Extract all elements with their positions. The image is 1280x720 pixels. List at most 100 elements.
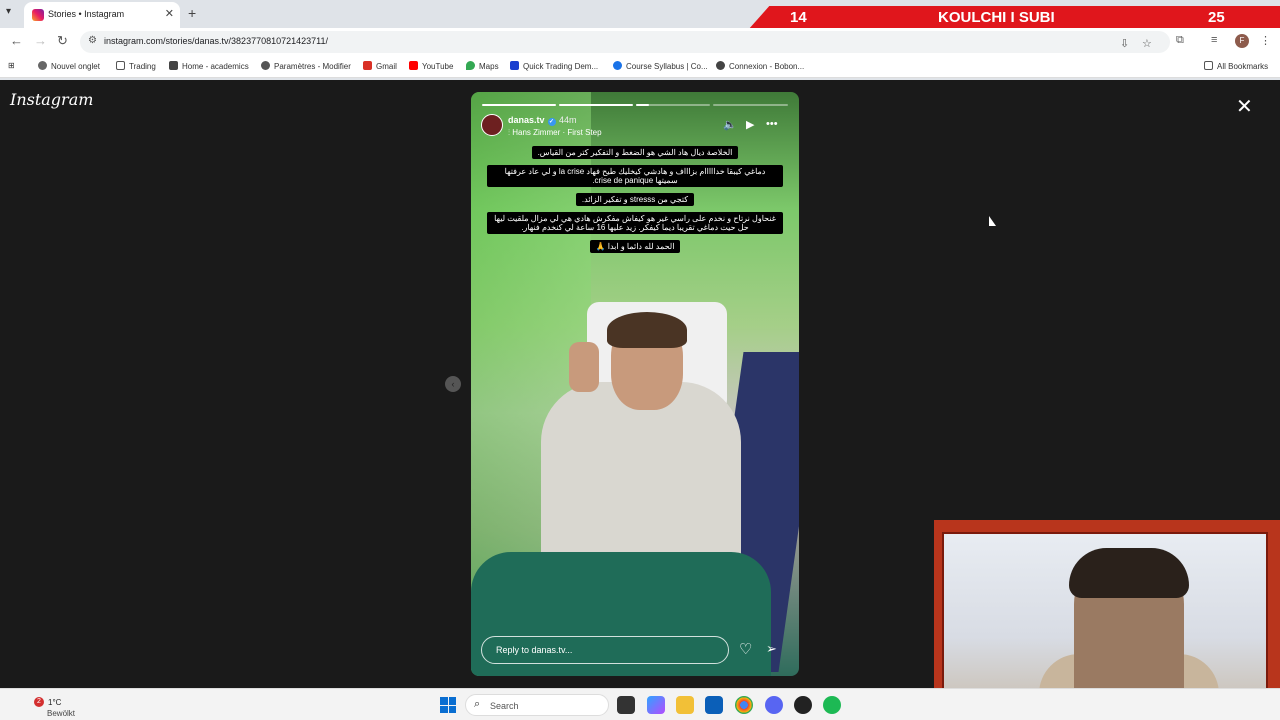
progress-segment-fill	[636, 104, 649, 106]
reply-input[interactable]: Reply to danas.tv...	[481, 636, 729, 664]
bookmark-item[interactable]: Maps	[466, 61, 499, 71]
chrome-icon[interactable]	[735, 696, 753, 714]
story-card[interactable]: danas.tv ✓ 44m ⫶ Hans Zimmer · First Step…	[471, 92, 799, 676]
webcam-feed	[942, 532, 1268, 714]
progress-segment	[482, 104, 556, 106]
headphones-icon	[1069, 548, 1189, 598]
bookmark-item[interactable]: YouTube	[409, 61, 453, 71]
site-info-icon[interactable]: ⚙	[88, 35, 97, 46]
forward-icon[interactable]: →	[34, 33, 47, 48]
install-app-icon[interactable]: ⇩	[1120, 37, 1129, 50]
close-icon[interactable]: ✕	[1236, 94, 1253, 119]
bookmark-label: Maps	[479, 62, 499, 71]
all-bookmarks[interactable]: All Bookmarks	[1204, 61, 1268, 71]
tab-close-icon[interactable]: ✕	[165, 7, 174, 20]
bookmark-label: Quick Trading Dem...	[523, 62, 599, 71]
tab-search-icon[interactable]: ▾	[6, 6, 20, 20]
like-heart-icon[interactable]: ♡	[739, 640, 752, 658]
bookmark-label: Trading	[129, 62, 156, 71]
weather-temp: 1°C	[48, 698, 62, 707]
bookmarks-bar: ⊞ Nouvel onglet Trading Home - academics…	[0, 56, 1280, 78]
youtube-icon	[409, 61, 418, 70]
bookmark-item[interactable]: Nouvel onglet	[38, 61, 100, 71]
site-icon	[169, 61, 178, 70]
music-text: Hans Zimmer · First Step	[512, 128, 602, 137]
story-username[interactable]: danas.tv ✓	[508, 115, 556, 126]
caption-line: الحمد لله دائما و ابدا 🙏	[589, 240, 681, 253]
windows-taskbar: 2 1°C Bewölkt ⌕ Search	[0, 688, 1280, 720]
apps-grid-icon[interactable]: ⊞	[8, 61, 15, 70]
all-bookmarks-label: All Bookmarks	[1217, 62, 1269, 71]
store-icon[interactable]	[705, 696, 723, 714]
tab-title: Stories • Instagram	[48, 9, 125, 19]
bookmark-item[interactable]: Quick Trading Dem...	[510, 61, 598, 71]
previous-story-button[interactable]: ‹	[445, 376, 461, 392]
bookmark-item[interactable]: Home - academics	[169, 61, 249, 71]
gmail-icon	[363, 61, 372, 70]
maps-pin-icon	[466, 61, 475, 70]
bookmark-label: Home - academics	[182, 62, 249, 71]
new-tab-button[interactable]: +	[188, 5, 196, 21]
story-music-label[interactable]: ⫶ Hans Zimmer · First Step	[508, 128, 602, 138]
caption-line: الخلاصة ديال هاد الشي هو الضغط و التفكير…	[531, 146, 739, 159]
gear-icon	[261, 61, 270, 70]
search-icon: ⌕	[474, 698, 481, 710]
instagram-favicon-icon	[32, 9, 44, 21]
bookmark-item[interactable]: Gmail	[363, 61, 397, 71]
stream-overlay-banner: 14 KOULCHI I SUBI 25	[748, 6, 1280, 30]
reply-placeholder: Reply to danas.tv...	[496, 645, 573, 655]
bookmark-item[interactable]: Course Syllabus | Co...	[613, 61, 708, 71]
course-icon	[613, 61, 622, 70]
windows-start-icon[interactable]	[440, 697, 456, 713]
story-progress-bar	[482, 104, 788, 106]
obs-icon[interactable]	[794, 696, 812, 714]
folder-icon	[1204, 61, 1213, 70]
toolbar: ← → ↻ ⚙ instagram.com/stories/danas.tv/3…	[0, 28, 1280, 56]
bookmark-label: Paramètres - Modifier	[274, 62, 351, 71]
caption-line: كتجي من stresss و تفكير الزائد.	[575, 193, 695, 206]
back-icon[interactable]: ←	[10, 33, 23, 48]
send-icon[interactable]: ➢	[766, 641, 777, 657]
bookmark-item[interactable]: Paramètres - Modifier	[261, 61, 351, 71]
file-explorer-icon[interactable]	[676, 696, 694, 714]
bookmark-label: YouTube	[422, 62, 454, 71]
taskbar-search[interactable]: ⌕ Search	[465, 694, 609, 716]
story-captions: الخلاصة ديال هاد الشي هو الضغط و التفكير…	[485, 146, 785, 259]
tab-instagram[interactable]: Stories • Instagram ✕	[24, 2, 180, 28]
url-text: instagram.com/stories/danas.tv/382377081…	[104, 36, 328, 46]
thumbs-up-icon	[569, 342, 599, 392]
caption-line: دماغي كيبقا خدااااام بزاااف و هادشي كيخل…	[487, 165, 783, 187]
caption-line: غنحاول نرتاح و نخدم على راسي غير هو كيفا…	[487, 212, 783, 234]
volume-icon[interactable]: 🔈	[723, 118, 737, 131]
story-photo-hair	[607, 312, 687, 348]
extensions-icon[interactable]: ⧉	[1176, 34, 1184, 47]
tab-media-icon[interactable]: ≡	[1211, 34, 1217, 46]
more-options-icon[interactable]: •••	[766, 118, 778, 130]
discord-icon[interactable]	[765, 696, 783, 714]
play-icon[interactable]: ▶	[746, 118, 754, 131]
globe-icon	[716, 61, 725, 70]
bookmark-star-icon[interactable]: ☆	[1142, 37, 1152, 50]
task-view-icon[interactable]	[617, 696, 635, 714]
instagram-logo[interactable]: Instagram	[10, 90, 93, 109]
banner-title: KOULCHI I SUBI	[938, 9, 1055, 26]
username-text: danas.tv	[508, 115, 545, 125]
banner-left-number: 14	[790, 9, 807, 26]
trading-icon	[510, 61, 519, 70]
reload-icon[interactable]: ↻	[57, 33, 68, 49]
story-user-avatar[interactable]	[481, 114, 503, 136]
bookmark-label: Nouvel onglet	[51, 62, 100, 71]
address-bar[interactable]: ⚙ instagram.com/stories/danas.tv/3823770…	[80, 31, 1170, 53]
bookmark-item[interactable]: Trading	[116, 61, 156, 71]
spotify-icon[interactable]	[823, 696, 841, 714]
search-label: Search	[490, 701, 519, 711]
progress-segment	[713, 104, 788, 106]
mouse-cursor-icon	[989, 216, 996, 226]
bookmark-item[interactable]: Connexion - Bobon...	[716, 61, 804, 71]
browser-chrome: ▾ Stories • Instagram ✕ + 14 KOULCHI I S…	[0, 0, 1280, 80]
copilot-icon[interactable]	[647, 696, 665, 714]
profile-avatar[interactable]: F	[1235, 34, 1249, 48]
verified-badge-icon: ✓	[547, 118, 556, 126]
notification-badge: 2	[34, 697, 44, 707]
menu-kebab-icon[interactable]: ⋮	[1260, 34, 1271, 47]
